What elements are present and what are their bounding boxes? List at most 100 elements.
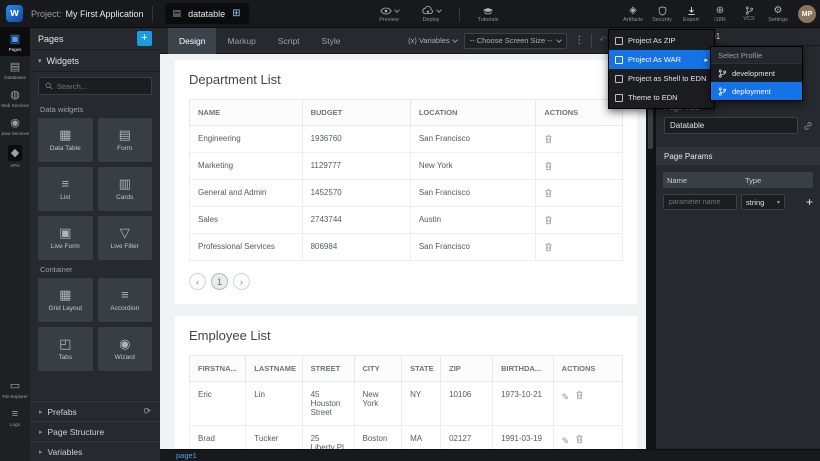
- table-row[interactable]: General and Admin 1452570 San Francisco: [190, 180, 623, 207]
- tabs-icon: ◰: [59, 337, 71, 351]
- variables-dropdown[interactable]: (x) Variables: [408, 36, 457, 45]
- widget-tile-cards[interactable]: ▥Cards: [98, 167, 153, 211]
- menu-item-theme-to-edn[interactable]: Theme to EDN: [609, 88, 714, 107]
- security-label: Security: [652, 17, 672, 23]
- vcs-button[interactable]: VCS: [735, 6, 763, 22]
- col-state[interactable]: STATE: [402, 356, 441, 382]
- widget-tile-wizard[interactable]: ◉Wizard: [98, 327, 153, 371]
- dashboard-grid-icon[interactable]: ⊞: [232, 8, 240, 19]
- design-canvas[interactable]: Department List NAME BUDGET LOCATION ACT…: [160, 54, 646, 449]
- section-prefabs[interactable]: ▸ Prefabs ⟳: [30, 401, 160, 421]
- deploy-button[interactable]: Deploy: [412, 5, 450, 23]
- tab-style[interactable]: Style: [311, 28, 352, 54]
- delete-row-button[interactable]: [544, 188, 614, 198]
- delete-row-button[interactable]: [544, 215, 614, 225]
- refresh-icon[interactable]: ⟳: [143, 406, 151, 417]
- app-logo-icon[interactable]: w: [6, 5, 23, 22]
- table-row[interactable]: Sales 2743744 Austin: [190, 207, 623, 234]
- filter-funnel-icon: ▽: [120, 226, 130, 240]
- search-input[interactable]: [57, 82, 145, 91]
- widgets-header-row[interactable]: ▾ Widgets: [30, 50, 160, 72]
- menu-item-project-as-zip[interactable]: Project As ZIP: [609, 31, 714, 50]
- col-birthday[interactable]: BIRTHDA...: [493, 356, 554, 382]
- page-selector[interactable]: ▤ datatable ⊞: [165, 3, 249, 24]
- add-page-button[interactable]: +: [137, 31, 152, 46]
- widget-tile-data-table[interactable]: ▦Data Table: [38, 118, 93, 162]
- param-type-select[interactable]: string ▾: [741, 194, 785, 210]
- screen-size-select[interactable]: -- Choose Screen Size --: [464, 33, 568, 49]
- undo-icon[interactable]: ↶: [599, 35, 607, 46]
- tab-markup[interactable]: Markup: [216, 28, 266, 54]
- delete-row-button[interactable]: [544, 242, 614, 252]
- canvas-scrollbar[interactable]: [646, 54, 655, 449]
- preview-button[interactable]: Preview: [370, 5, 408, 23]
- col-location[interactable]: LOCATION: [410, 100, 536, 126]
- menu-item-development[interactable]: development: [711, 64, 802, 82]
- sidebar-item-java-services[interactable]: ◉ Java Services: [0, 112, 30, 140]
- col-lastname[interactable]: LASTNAME: [246, 356, 302, 382]
- sidebar-item-apis[interactable]: ◆ APIs: [0, 140, 30, 172]
- widget-tile-accordion[interactable]: ≡Accordion: [98, 278, 153, 322]
- add-param-button[interactable]: +: [806, 196, 813, 208]
- settings-button[interactable]: ⚙ Settings: [764, 6, 792, 23]
- menu-item-project-as-war[interactable]: Project As WAR ▸: [609, 50, 714, 69]
- caret-right-icon: ▸: [39, 428, 43, 436]
- section-variables[interactable]: ▸ Variables: [30, 441, 160, 461]
- col-city[interactable]: CITY: [354, 356, 402, 382]
- col-name[interactable]: NAME: [190, 100, 303, 126]
- prev-page-button[interactable]: ‹: [189, 273, 206, 290]
- export-button[interactable]: Export: [677, 6, 705, 23]
- table-row[interactable]: Brad Tucker 25 Liberty Pl Boston MA 0212…: [190, 426, 623, 450]
- col-budget[interactable]: BUDGET: [302, 100, 410, 126]
- delete-row-button[interactable]: [544, 134, 614, 144]
- sidebar-item-databases[interactable]: ▤ Databases: [0, 56, 30, 84]
- delete-row-button[interactable]: [575, 393, 584, 402]
- widget-tile-grid-layout[interactable]: ▦Grid Layout: [38, 278, 93, 322]
- activity-bar: ▣ Pages ▤ Databases ◍ Web Services ◉ Jav…: [0, 28, 30, 461]
- widget-search[interactable]: [38, 77, 152, 95]
- page-title-input[interactable]: [664, 117, 798, 134]
- page-params-header[interactable]: Page Params: [656, 147, 820, 165]
- employee-list-widget[interactable]: Employee List FIRSTNA... LASTNAME STREET…: [175, 316, 637, 449]
- section-page-structure[interactable]: ▸ Page Structure: [30, 421, 160, 441]
- open-page-tab[interactable]: page1: [176, 451, 197, 460]
- artifacts-button[interactable]: ◈ Artifacts: [619, 6, 647, 23]
- page-number-button[interactable]: 1: [211, 273, 228, 290]
- user-avatar[interactable]: MP: [798, 5, 816, 23]
- col-zip[interactable]: ZIP: [441, 356, 493, 382]
- widget-tile-form[interactable]: ▤Form: [98, 118, 153, 162]
- table-row[interactable]: Engineering 1936760 San Francisco: [190, 126, 623, 153]
- sidebar-item-web-services[interactable]: ◍ Web Services: [0, 84, 30, 112]
- sidebar-item-logs[interactable]: ≡ Logs: [0, 403, 30, 431]
- widget-tile-live-form[interactable]: ▣Live Form: [38, 216, 93, 260]
- pages-header-row[interactable]: Pages +: [30, 28, 160, 50]
- edit-row-button[interactable]: ✎: [562, 436, 570, 446]
- spacer: [0, 172, 30, 375]
- sidebar-item-file-explorer[interactable]: ▭ File Explorer: [0, 375, 30, 403]
- more-options-icon[interactable]: ⋮: [574, 35, 584, 46]
- col-street[interactable]: STREET: [302, 356, 354, 382]
- widget-tile-list[interactable]: ≡List: [38, 167, 93, 211]
- table-row[interactable]: Professional Services 806984 San Francis…: [190, 234, 623, 261]
- delete-row-button[interactable]: [575, 437, 584, 446]
- table-row[interactable]: Marketing 1129777 New York: [190, 153, 623, 180]
- edit-row-button[interactable]: ✎: [562, 392, 570, 402]
- widget-tile-tabs[interactable]: ◰Tabs: [38, 327, 93, 371]
- tutorials-button[interactable]: Tutorials: [469, 5, 507, 23]
- menu-item-project-as-shell-to-edn[interactable]: Project as Shell to EDN: [609, 69, 714, 88]
- param-name-input[interactable]: [663, 194, 737, 210]
- bind-link-icon[interactable]: [803, 121, 813, 131]
- chevron-down-icon: [556, 37, 562, 43]
- delete-row-button[interactable]: [544, 161, 614, 171]
- tab-script[interactable]: Script: [267, 28, 311, 54]
- sidebar-item-pages[interactable]: ▣ Pages: [0, 28, 30, 56]
- menu-item-deployment[interactable]: deployment: [711, 82, 802, 100]
- security-button[interactable]: Security: [648, 6, 676, 23]
- department-list-widget[interactable]: Department List NAME BUDGET LOCATION ACT…: [175, 60, 637, 304]
- col-firstname[interactable]: FIRSTNA...: [190, 356, 246, 382]
- table-row[interactable]: Eric Lin 45 Houston Street New York NY 1…: [190, 382, 623, 426]
- widget-tile-live-filter[interactable]: ▽Live Filter: [98, 216, 153, 260]
- tab-design[interactable]: Design: [168, 28, 216, 54]
- next-page-button[interactable]: ›: [233, 273, 250, 290]
- i18n-button[interactable]: ⊕ i18N: [706, 6, 734, 23]
